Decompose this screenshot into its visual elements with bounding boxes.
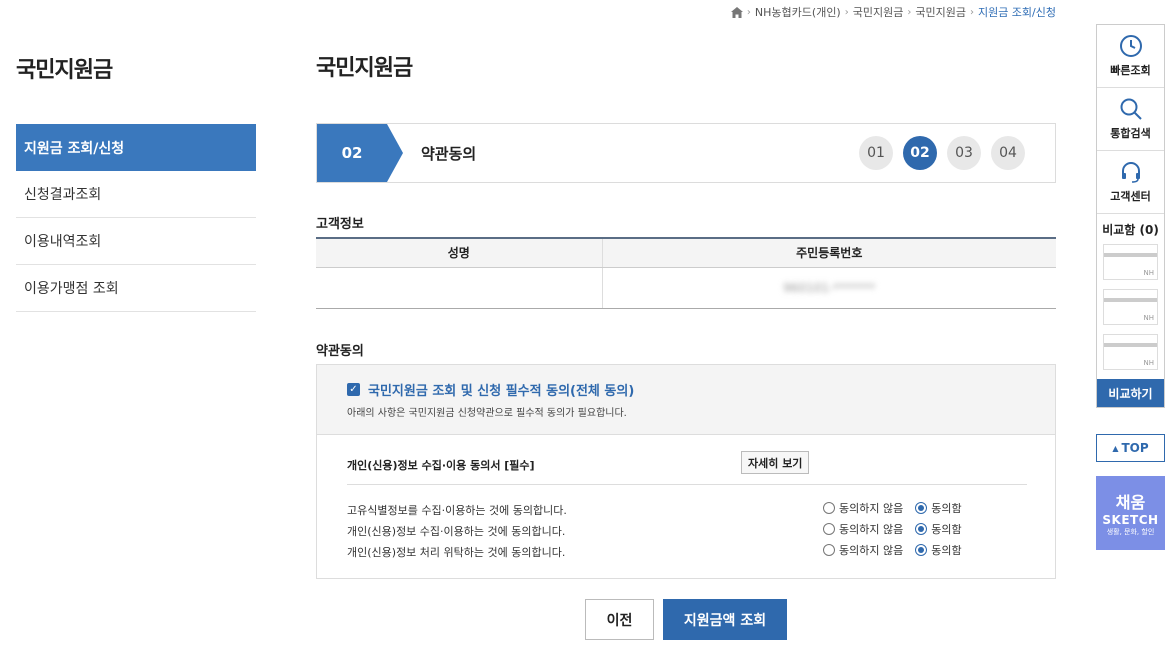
consent-item-text: 개인(신용)정보 처리 위탁하는 것에 동의합니다. bbox=[347, 546, 566, 559]
scroll-top-button[interactable]: ▲ TOP bbox=[1096, 434, 1165, 462]
quick-item-label: 빠른조회 bbox=[1110, 64, 1151, 77]
inquire-amount-button[interactable]: 지원금액 조회 bbox=[663, 599, 787, 640]
radio-agree-selected[interactable] bbox=[915, 523, 928, 535]
agree-all-row[interactable]: ✓ 국민지원금 조회 및 신청 필수적 동의(전체 동의) bbox=[347, 380, 1055, 399]
sidebar-item-apply[interactable]: 지원금 조회/신청 bbox=[16, 124, 256, 171]
table-header-name: 성명 bbox=[316, 238, 602, 268]
chaeum-sketch-banner[interactable]: 채움 SKETCH 생활, 문화, 할인 bbox=[1096, 476, 1165, 550]
radio-disagree[interactable] bbox=[823, 502, 835, 514]
page-title: 국민지원금 bbox=[316, 56, 413, 81]
compare-slot-bar bbox=[1104, 298, 1157, 302]
radio-disagree-label[interactable]: 동의하지 않음 bbox=[839, 542, 903, 558]
consent-title: 개인(신용)정보 수집·이용 동의서 [필수] bbox=[347, 459, 535, 472]
radio-disagree[interactable] bbox=[823, 544, 835, 556]
chevron-right-icon: › bbox=[907, 6, 912, 18]
banner-line3: 생활, 문화, 할인 bbox=[1106, 528, 1155, 536]
home-icon[interactable] bbox=[730, 6, 743, 18]
compare-slot-label: NH bbox=[1143, 314, 1155, 322]
breadcrumb: › NH농협카드(개인) › 국민지원금 › 국민지원금 › 지원금 조회/신청 bbox=[730, 4, 1056, 20]
terms-header: ✓ 국민지원금 조회 및 신청 필수적 동의(전체 동의) 아래의 사항은 국민… bbox=[317, 365, 1055, 435]
compare-slot-bar bbox=[1104, 343, 1157, 347]
search-icon bbox=[1120, 98, 1142, 120]
radio-agree-label[interactable]: 동의함 bbox=[931, 521, 961, 537]
step-dot: 03 bbox=[947, 136, 981, 170]
radio-agree-label[interactable]: 동의함 bbox=[931, 500, 961, 516]
breadcrumb-current: 지원금 조회/신청 bbox=[977, 6, 1056, 19]
headset-icon bbox=[1121, 162, 1140, 183]
customer-rrn-value: 960101-******* bbox=[601, 267, 1056, 309]
customer-rrn-text: 960101-******* bbox=[783, 280, 876, 295]
consent-radio-group: 동의하지 않음 동의함 bbox=[823, 542, 970, 558]
consent-radio-group: 동의하지 않음 동의함 bbox=[823, 500, 970, 516]
compare-slot[interactable]: NH bbox=[1103, 334, 1158, 370]
compare-slot[interactable]: NH bbox=[1103, 244, 1158, 280]
consent-item: 개인(신용)정보 수집·이용하는 것에 동의합니다. 동의하지 않음 동의함 bbox=[347, 520, 1027, 540]
step-dot-active: 02 bbox=[903, 136, 937, 170]
banner-line2: SKETCH bbox=[1102, 513, 1159, 527]
sidebar-nav: 지원금 조회/신청 신청결과조회 이용내역조회 이용가맹점 조회 bbox=[16, 124, 256, 312]
section-title-terms: 약관동의 bbox=[316, 344, 364, 359]
consent-item-text: 고유식별정보를 수집·이용하는 것에 동의합니다. bbox=[347, 504, 567, 517]
consent-item: 개인(신용)정보 처리 위탁하는 것에 동의합니다. 동의하지 않음 동의함 bbox=[347, 541, 1027, 561]
consent-radio-group: 동의하지 않음 동의함 bbox=[823, 521, 970, 537]
quick-menu: 빠른조회 통합검색 고객센터 비교함 (0) NH NH NH 비교하기 bbox=[1096, 24, 1165, 408]
table-header-rrn: 주민등록번호 bbox=[601, 238, 1056, 268]
customer-info-table: 성명 주민등록번호 960101-******* bbox=[316, 237, 1056, 309]
agree-all-label[interactable]: 국민지원금 조회 및 신청 필수적 동의(전체 동의) bbox=[368, 380, 634, 399]
consent-item-text: 개인(신용)정보 수집·이용하는 것에 동의합니다. bbox=[347, 525, 566, 538]
checkbox-checked-icon[interactable]: ✓ bbox=[347, 383, 360, 396]
sidebar-item-result[interactable]: 신청결과조회 bbox=[16, 171, 256, 218]
quick-item-label: 고객센터 bbox=[1110, 190, 1151, 203]
section-title-customer: 고객정보 bbox=[316, 217, 364, 232]
sidebar-title: 국민지원금 bbox=[16, 58, 113, 83]
breadcrumb-item[interactable]: 국민지원금 bbox=[915, 4, 966, 20]
consent-item: 고유식별정보를 수집·이용하는 것에 동의합니다. 동의하지 않음 동의함 bbox=[347, 499, 1027, 519]
chevron-right-icon: › bbox=[746, 6, 751, 18]
compare-slot-label: NH bbox=[1143, 269, 1155, 277]
chevron-right-icon: › bbox=[969, 6, 974, 18]
clock-icon bbox=[1119, 35, 1142, 57]
consent-header-row: 개인(신용)정보 수집·이용 동의서 [필수] 자세히 보기 bbox=[347, 451, 1027, 485]
radio-agree-label[interactable]: 동의함 bbox=[931, 542, 961, 558]
quick-item-customer-center[interactable]: 고객센터 bbox=[1097, 151, 1164, 214]
detail-view-button[interactable]: 자세히 보기 bbox=[741, 451, 810, 474]
compare-button[interactable]: 비교하기 bbox=[1097, 379, 1164, 407]
sidebar-item-history[interactable]: 이용내역조회 bbox=[16, 218, 256, 265]
quick-item-search[interactable]: 통합검색 bbox=[1097, 88, 1164, 151]
breadcrumb-item[interactable]: NH농협카드(개인) bbox=[755, 4, 841, 20]
radio-disagree-label[interactable]: 동의하지 않음 bbox=[839, 500, 903, 516]
step-dots: 01 02 03 04 bbox=[859, 136, 1025, 170]
compare-slot[interactable]: NH bbox=[1103, 289, 1158, 325]
radio-disagree[interactable] bbox=[823, 523, 835, 535]
radio-disagree-label[interactable]: 동의하지 않음 bbox=[839, 521, 903, 537]
compare-slot-label: NH bbox=[1143, 359, 1155, 367]
breadcrumb-item[interactable]: 국민지원금 bbox=[853, 4, 904, 20]
prev-button[interactable]: 이전 bbox=[585, 599, 654, 640]
radio-agree-selected[interactable] bbox=[915, 502, 928, 514]
quick-item-label: 통합검색 bbox=[1110, 127, 1151, 140]
compare-box-title: 비교함 (0) bbox=[1102, 222, 1159, 237]
quick-item-fast-lookup[interactable]: 빠른조회 bbox=[1097, 25, 1164, 88]
step-arrow bbox=[387, 124, 403, 182]
caret-up-icon: ▲ bbox=[1112, 443, 1119, 453]
step-dot: 01 bbox=[859, 136, 893, 170]
step-indicator: 02 약관동의 01 02 03 04 bbox=[316, 123, 1056, 183]
terms-box: ✓ 국민지원금 조회 및 신청 필수적 동의(전체 동의) 아래의 사항은 국민… bbox=[316, 364, 1056, 579]
current-step-label: 약관동의 bbox=[421, 145, 477, 163]
radio-agree-selected[interactable] bbox=[915, 544, 928, 556]
customer-name-value bbox=[316, 267, 602, 309]
top-label: TOP bbox=[1121, 441, 1149, 455]
sidebar-item-merchants[interactable]: 이용가맹점 조회 bbox=[16, 265, 256, 312]
agree-all-description: 아래의 사항은 국민지원금 신청약관으로 필수적 동의가 필요합니다. bbox=[347, 408, 627, 419]
current-step-number: 02 bbox=[317, 124, 387, 182]
compare-slot-bar bbox=[1104, 253, 1157, 257]
banner-line1: 채움 bbox=[1115, 493, 1146, 512]
chevron-right-icon: › bbox=[844, 6, 849, 18]
step-dot: 04 bbox=[991, 136, 1025, 170]
